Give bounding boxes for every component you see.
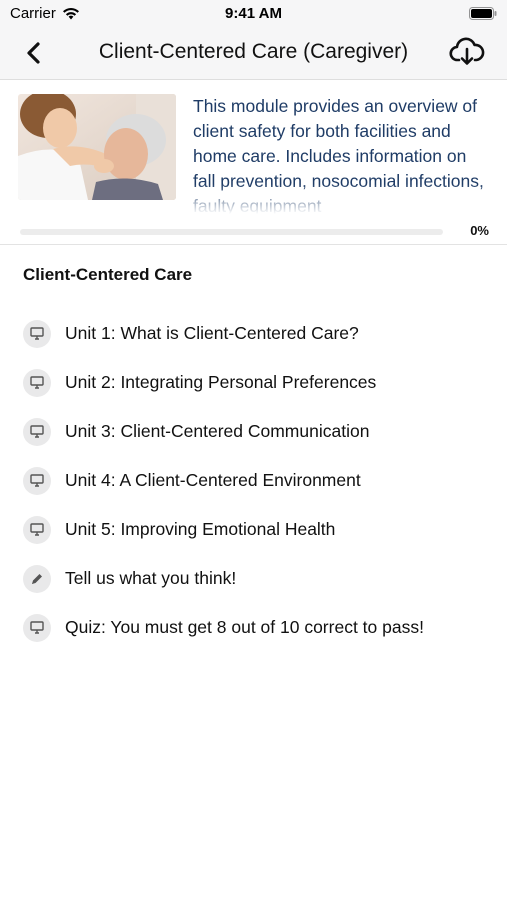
progress-bar bbox=[20, 229, 443, 235]
monitor-icon bbox=[23, 613, 51, 642]
section-title: Client-Centered Care bbox=[23, 265, 193, 284]
unit-item[interactable]: Unit 3: Client-Centered Communication bbox=[23, 407, 493, 456]
unit-label: Unit 4: A Client-Centered Environment bbox=[65, 470, 361, 490]
unit-label: Unit 2: Integrating Personal Preferences bbox=[65, 372, 377, 392]
unit-label: Quiz: You must get 8 out of 10 correct t… bbox=[65, 617, 424, 637]
module-thumbnail bbox=[18, 94, 176, 200]
app-screen: Carrier 9:41 AM Client-Centered Care (Ca… bbox=[0, 0, 507, 900]
chevron-left-icon[interactable] bbox=[22, 39, 48, 67]
pencil-icon bbox=[23, 564, 51, 593]
unit-item[interactable]: Quiz: You must get 8 out of 10 correct t… bbox=[23, 603, 493, 652]
status-time: 9:41 AM bbox=[225, 5, 282, 22]
top-bar: Carrier 9:41 AM Client-Centered Care (Ca… bbox=[0, 0, 507, 80]
unit-list: Unit 1: What is Client-Centered Care? Uni… bbox=[23, 309, 493, 652]
monitor-icon bbox=[23, 466, 51, 495]
monitor-icon bbox=[23, 417, 51, 446]
monitor-icon bbox=[23, 319, 51, 348]
caregiver-photo bbox=[18, 94, 176, 200]
status-bar: Carrier 9:41 AM bbox=[0, 0, 507, 27]
unit-item[interactable]: Unit 1: What is Client-Centered Care? bbox=[23, 309, 493, 358]
module-header: This module provides an overview of clie… bbox=[0, 80, 507, 245]
unit-item[interactable]: Unit 5: Improving Emotional Health bbox=[23, 505, 493, 554]
unit-item[interactable]: Unit 2: Integrating Personal Preferences bbox=[23, 358, 493, 407]
monitor-icon bbox=[23, 515, 51, 544]
page-title: Client-Centered Care (Caregiver) bbox=[98, 40, 409, 63]
unit-item[interactable]: Tell us what you think! bbox=[23, 554, 493, 603]
progress-label: 0% bbox=[470, 223, 489, 238]
unit-item[interactable]: Unit 4: A Client-Centered Environment bbox=[23, 456, 493, 505]
battery-icon bbox=[469, 7, 497, 20]
unit-label: Unit 3: Client-Centered Communication bbox=[65, 421, 370, 441]
unit-label: Unit 5: Improving Emotional Health bbox=[65, 519, 336, 539]
unit-label: Tell us what you think! bbox=[65, 568, 237, 588]
module-description: This module provides an overview of clie… bbox=[193, 94, 493, 214]
monitor-icon bbox=[23, 368, 51, 397]
cloud-download-icon[interactable] bbox=[449, 36, 485, 68]
navigation-bar: Client-Centered Care (Caregiver) bbox=[0, 27, 507, 79]
unit-label: Unit 1: What is Client-Centered Care? bbox=[65, 323, 359, 343]
